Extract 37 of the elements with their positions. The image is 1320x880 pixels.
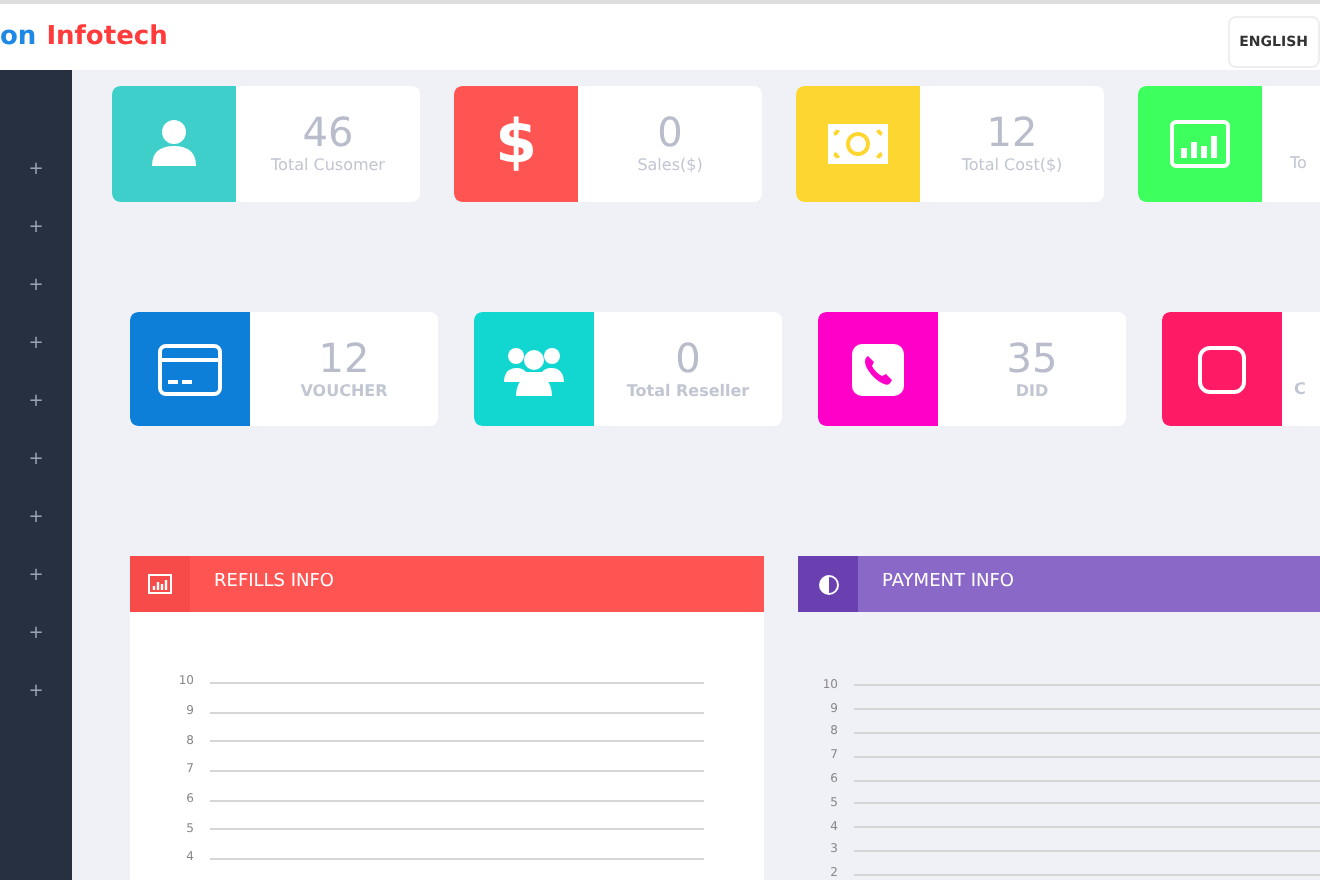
stat-value: 35 bbox=[1006, 335, 1058, 379]
expand-icon[interactable]: + bbox=[28, 562, 44, 592]
stat-label: DID bbox=[1015, 379, 1049, 403]
stat-label: VOUCHER bbox=[300, 379, 388, 403]
brand-name: Infotech bbox=[46, 19, 168, 56]
expand-icon[interactable]: + bbox=[28, 678, 44, 708]
brand-name: on bbox=[0, 19, 37, 56]
expand-icon[interactable]: + bbox=[28, 156, 44, 186]
expand-icon[interactable]: + bbox=[28, 330, 44, 360]
expand-icon[interactable]: + bbox=[28, 214, 44, 244]
stat-label: Total Cusomer bbox=[271, 154, 385, 178]
dollar-icon: $ bbox=[495, 114, 537, 174]
banknote-icon bbox=[826, 122, 890, 166]
bar-chart-icon bbox=[148, 574, 172, 594]
stat-label: Total Reseller bbox=[626, 379, 750, 403]
stat-value: 12 bbox=[986, 110, 1038, 154]
stat-label: To bbox=[1290, 152, 1307, 176]
phone-icon bbox=[852, 343, 904, 395]
credit-card-icon bbox=[158, 343, 222, 395]
stat-value: 0 bbox=[657, 110, 683, 154]
expand-icon[interactable]: + bbox=[28, 272, 44, 302]
panel-title: PAYMENT INFO bbox=[882, 570, 1014, 597]
stat-label: C bbox=[1294, 377, 1306, 401]
expand-icon[interactable]: + bbox=[28, 620, 44, 650]
stat-value: 12 bbox=[318, 335, 370, 379]
expand-icon[interactable]: + bbox=[28, 504, 44, 534]
panel-title: REFILLS INFO bbox=[214, 570, 335, 597]
stat-value: 46 bbox=[302, 110, 354, 154]
contrast-icon bbox=[817, 573, 839, 595]
expand-icon[interactable]: + bbox=[28, 446, 44, 476]
bar-chart-icon bbox=[1170, 120, 1230, 168]
user-icon bbox=[150, 118, 198, 170]
stat-label: Sales($) bbox=[637, 154, 703, 178]
stat-value: 0 bbox=[675, 335, 701, 379]
stat-label: Total Cost($) bbox=[961, 154, 1063, 178]
expand-icon[interactable]: + bbox=[28, 388, 44, 418]
square-icon bbox=[1198, 345, 1246, 393]
